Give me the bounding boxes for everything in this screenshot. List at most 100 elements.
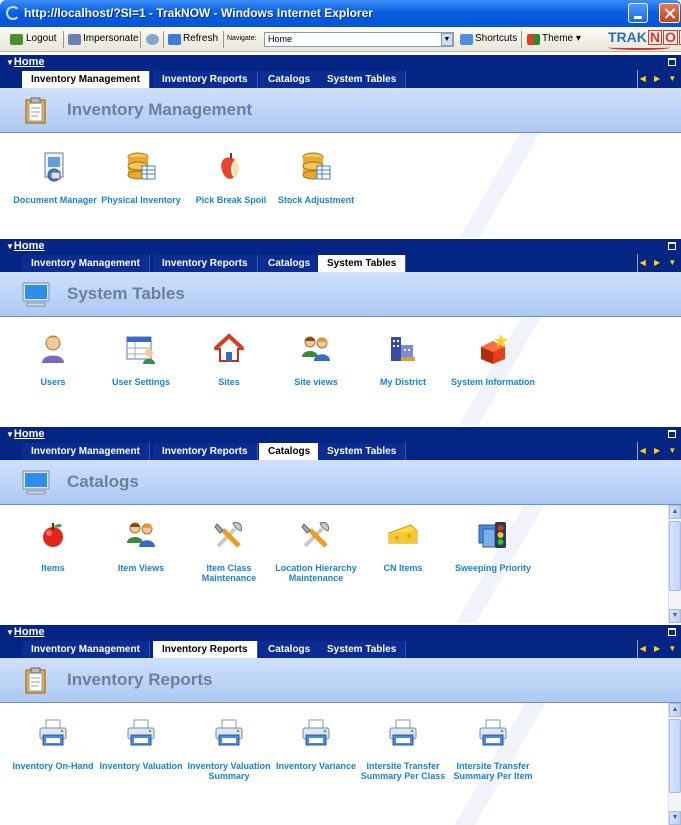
navigate-dropdown-button[interactable]: ▼ bbox=[441, 33, 453, 46]
item-inventory-valuation[interactable]: Inventory Valuation bbox=[96, 717, 186, 771]
item-sites[interactable]: Sites bbox=[184, 333, 274, 387]
item-label: Location Hierarchy Maintenance bbox=[275, 563, 357, 583]
item-sweeping-priority[interactable]: Sweeping Priority bbox=[448, 519, 538, 573]
minimize-button[interactable] bbox=[628, 3, 648, 23]
panel-content: Document Manager Physical Inventory Pick B… bbox=[0, 133, 681, 237]
item-label: Sweeping Priority bbox=[454, 563, 532, 573]
item-intersite-transfer-summary-per-class[interactable]: Intersite Transfer Summary Per Class bbox=[358, 717, 448, 781]
user-icon bbox=[37, 333, 69, 365]
panel-title: Catalogs bbox=[67, 472, 139, 491]
printer-icon bbox=[125, 717, 157, 749]
tab-catalogs[interactable]: Catalogs bbox=[259, 443, 321, 460]
tab-inventory-reports[interactable]: Inventory Reports bbox=[153, 71, 258, 88]
tab-scroll-arrows[interactable]: ◀ ▶ ▼ bbox=[637, 254, 681, 272]
item-pick-break-spoil[interactable]: Pick Break Spoil bbox=[186, 151, 276, 205]
tab-inventory-management[interactable]: Inventory Management bbox=[22, 443, 150, 460]
scroll-down-button[interactable]: ▼ bbox=[669, 811, 681, 825]
tab-scroll-arrows[interactable]: ◀ ▶ ▼ bbox=[637, 70, 681, 88]
database-grid-icon bbox=[125, 151, 157, 183]
scroll-up-button[interactable]: ▲ bbox=[669, 703, 681, 717]
item-inventory-variance[interactable]: Inventory Variance bbox=[271, 717, 361, 771]
printer-icon bbox=[477, 717, 509, 749]
scroll-thumb[interactable] bbox=[669, 521, 681, 591]
item-inventory-valuation-summary[interactable]: Inventory Valuation Summary bbox=[184, 717, 274, 781]
home-link[interactable]: Home bbox=[6, 428, 45, 440]
tab-inventory-management[interactable]: Inventory Management bbox=[22, 641, 150, 658]
restore-window-icon[interactable] bbox=[668, 430, 676, 438]
item-intersite-transfer-summary-per-item[interactable]: Intersite Transfer Summary Per Item bbox=[448, 717, 538, 781]
tools-icon bbox=[213, 519, 245, 551]
item-stock-adjustment[interactable]: Stock Adjustment bbox=[271, 151, 361, 205]
monitor-icon bbox=[21, 467, 51, 497]
item-label: Inventory Valuation bbox=[99, 761, 183, 771]
tab-system-tables[interactable]: System Tables bbox=[318, 71, 407, 88]
window-title: http://localhost/?SI=1 - TrakNOW - Windo… bbox=[24, 6, 373, 20]
item-item-views[interactable]: Item Views bbox=[96, 519, 186, 573]
printer-icon bbox=[213, 717, 245, 749]
item-label: System Information bbox=[450, 377, 535, 387]
tab-catalogs[interactable]: Catalogs bbox=[259, 641, 321, 658]
tab-inventory-reports[interactable]: Inventory Reports bbox=[153, 443, 258, 460]
clipboard-icon bbox=[21, 95, 51, 125]
item-system-information[interactable]: System Information bbox=[448, 333, 538, 387]
tab-system-tables[interactable]: System Tables bbox=[318, 255, 407, 272]
panel-header: Home bbox=[0, 239, 681, 254]
shortcuts-icon bbox=[460, 34, 473, 45]
item-users[interactable]: Users bbox=[8, 333, 98, 387]
item-my-district[interactable]: My District bbox=[358, 333, 448, 387]
cheese-icon bbox=[387, 519, 419, 551]
close-button[interactable] bbox=[659, 3, 680, 23]
item-user-settings[interactable]: User Settings bbox=[96, 333, 186, 387]
panel-content: Items Item Views Item Class Maintenance Loc… bbox=[0, 505, 681, 623]
logout-button[interactable]: Logout bbox=[26, 33, 57, 44]
tab-catalogs[interactable]: Catalogs bbox=[259, 71, 321, 88]
item-inventory-on-hand[interactable]: Inventory On-Hand bbox=[8, 717, 98, 771]
item-physical-inventory[interactable]: Physical Inventory bbox=[96, 151, 186, 205]
panel-catalogs: Home Inventory ManagementInventory Report… bbox=[0, 427, 681, 623]
monitor-icon bbox=[21, 279, 51, 309]
tab-bar: Inventory Management Inventory Reports Cat… bbox=[0, 254, 681, 272]
item-items[interactable]: Items bbox=[8, 519, 98, 573]
item-location-hierarchy-maintenance[interactable]: Location Hierarchy Maintenance bbox=[271, 519, 361, 583]
back-icon[interactable] bbox=[146, 34, 159, 45]
tab-scroll-arrows[interactable]: ◀ ▶ ▼ bbox=[637, 442, 681, 460]
item-item-class-maintenance[interactable]: Item Class Maintenance bbox=[184, 519, 274, 583]
home-link[interactable]: Home bbox=[6, 240, 45, 252]
impersonate-button[interactable]: Impersonate bbox=[83, 33, 139, 44]
tab-catalogs[interactable]: Catalogs bbox=[259, 255, 321, 272]
item-cn-items[interactable]: CN Items bbox=[358, 519, 448, 573]
restore-window-icon[interactable] bbox=[668, 58, 676, 66]
vertical-scrollbar[interactable]: ▲ ▼ bbox=[668, 505, 681, 623]
clipboard-icon bbox=[21, 665, 51, 695]
logo-swoosh bbox=[608, 45, 670, 50]
item-label: Item Class Maintenance bbox=[201, 563, 257, 583]
home-link[interactable]: Home bbox=[6, 626, 45, 638]
tab-inventory-reports[interactable]: Inventory Reports bbox=[153, 641, 258, 658]
home-link[interactable]: Home bbox=[6, 56, 45, 68]
toolbar-separator bbox=[521, 31, 522, 48]
item-label: Inventory Valuation Summary bbox=[187, 761, 271, 781]
logout-icon bbox=[10, 34, 23, 45]
theme-button[interactable]: Theme ▾ bbox=[542, 33, 581, 44]
scroll-thumb[interactable] bbox=[669, 719, 681, 793]
tab-scroll-arrows[interactable]: ◀ ▶ ▼ bbox=[637, 640, 681, 658]
shortcuts-button[interactable]: Shortcuts bbox=[475, 33, 517, 44]
item-document-manager[interactable]: Document Manager bbox=[10, 151, 100, 205]
scroll-down-button[interactable]: ▼ bbox=[669, 609, 681, 623]
refresh-button[interactable]: Refresh bbox=[183, 33, 218, 44]
navigate-input[interactable]: Home bbox=[264, 32, 454, 47]
vertical-scrollbar[interactable]: ▲ ▼ bbox=[668, 703, 681, 825]
tab-system-tables[interactable]: System Tables bbox=[318, 641, 407, 658]
printer-icon bbox=[37, 717, 69, 749]
tab-inventory-management[interactable]: Inventory Management bbox=[22, 255, 150, 272]
restore-window-icon[interactable] bbox=[668, 628, 676, 636]
panel-inventory-reports: Home Inventory ManagementInventory Report… bbox=[0, 625, 681, 825]
restore-window-icon[interactable] bbox=[668, 242, 676, 250]
panel-subheader: Inventory Management bbox=[0, 88, 681, 133]
tab-inventory-management[interactable]: Inventory Management bbox=[22, 71, 150, 88]
item-site-views[interactable]: Site views bbox=[271, 333, 361, 387]
cube-star-icon bbox=[477, 333, 509, 365]
tab-system-tables[interactable]: System Tables bbox=[318, 443, 407, 460]
tab-inventory-reports[interactable]: Inventory Reports bbox=[153, 255, 258, 272]
scroll-up-button[interactable]: ▲ bbox=[669, 505, 681, 519]
